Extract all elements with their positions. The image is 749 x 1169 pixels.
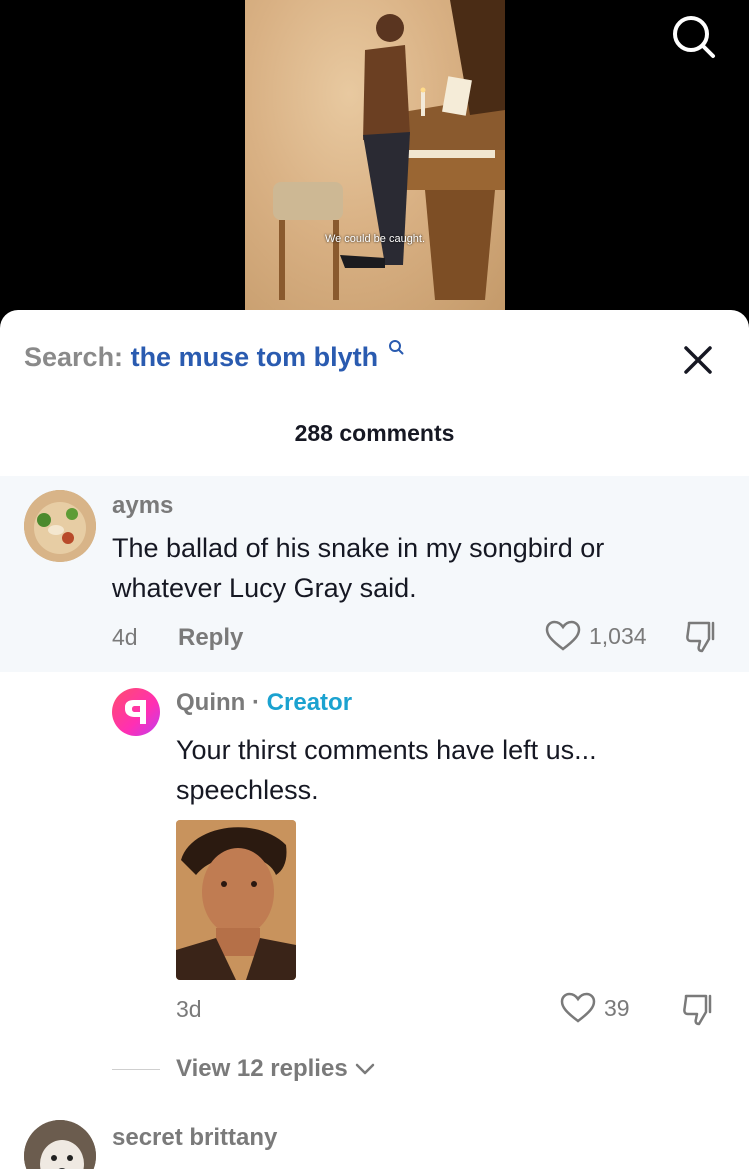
reply-button[interactable]: Reply	[178, 624, 243, 652]
comment-timestamp: 4d	[112, 624, 138, 650]
reply-like-button[interactable]: 39	[560, 992, 630, 1024]
avatar[interactable]	[24, 490, 96, 562]
search-icon[interactable]	[668, 12, 718, 62]
video-frame[interactable]: We could be caught.	[245, 0, 505, 312]
search-link[interactable]: Search: the muse tom blyth	[24, 340, 404, 373]
heart-icon	[545, 620, 581, 651]
reply-username[interactable]: Quinn	[176, 689, 245, 716]
creator-badge: Creator	[266, 689, 353, 716]
search-small-icon	[388, 331, 404, 361]
creator-avatar[interactable]	[112, 688, 160, 736]
avatar[interactable]	[24, 1120, 96, 1169]
dislike-icon[interactable]	[680, 992, 716, 1033]
video-player[interactable]: We could be caught.	[0, 0, 749, 330]
comment-text-line-2: whatever Lucy Gray said.	[112, 573, 417, 603]
close-icon[interactable]	[680, 342, 716, 378]
like-button[interactable]: 1,034	[545, 620, 647, 652]
video-scene-illustration	[273, 0, 505, 300]
reply-photo[interactable]	[176, 820, 296, 980]
reply-like-count: 39	[604, 994, 630, 1021]
separator-dot: ·	[252, 689, 260, 716]
quinn-logo-icon	[125, 700, 146, 724]
comment-text-line-1: The ballad of his snake in my songbird o…	[112, 533, 605, 563]
divider-line	[112, 1068, 160, 1070]
video-caption: We could be caught.	[324, 233, 426, 245]
view-replies-button[interactable]: View 12 replies	[112, 1055, 376, 1083]
comment-username[interactable]: ayms	[112, 492, 173, 520]
view-replies-label: View 12 replies	[176, 1055, 348, 1082]
reply-username-row: Quinn · Creator	[176, 689, 352, 717]
reply-text-line-1: Your thirst comments have left us...	[176, 735, 597, 765]
comments-sheet: Search: the muse tom blyth 288 comments	[0, 310, 749, 1169]
reply-timestamp: 3d	[176, 996, 202, 1022]
comment-username[interactable]: secret brittany	[112, 1124, 277, 1152]
search-term[interactable]: the muse tom blyth	[131, 342, 379, 372]
heart-icon	[560, 992, 596, 1023]
comments-count: 288 comments	[294, 420, 455, 446]
search-label: Search:	[24, 342, 124, 372]
comment-item: ayms The ballad of his snake in my songb…	[0, 476, 749, 672]
chevron-down-icon	[355, 1063, 374, 1075]
reply-text-line-2: speechless.	[176, 775, 319, 805]
dislike-icon[interactable]	[683, 619, 719, 660]
like-count: 1,034	[589, 622, 647, 649]
